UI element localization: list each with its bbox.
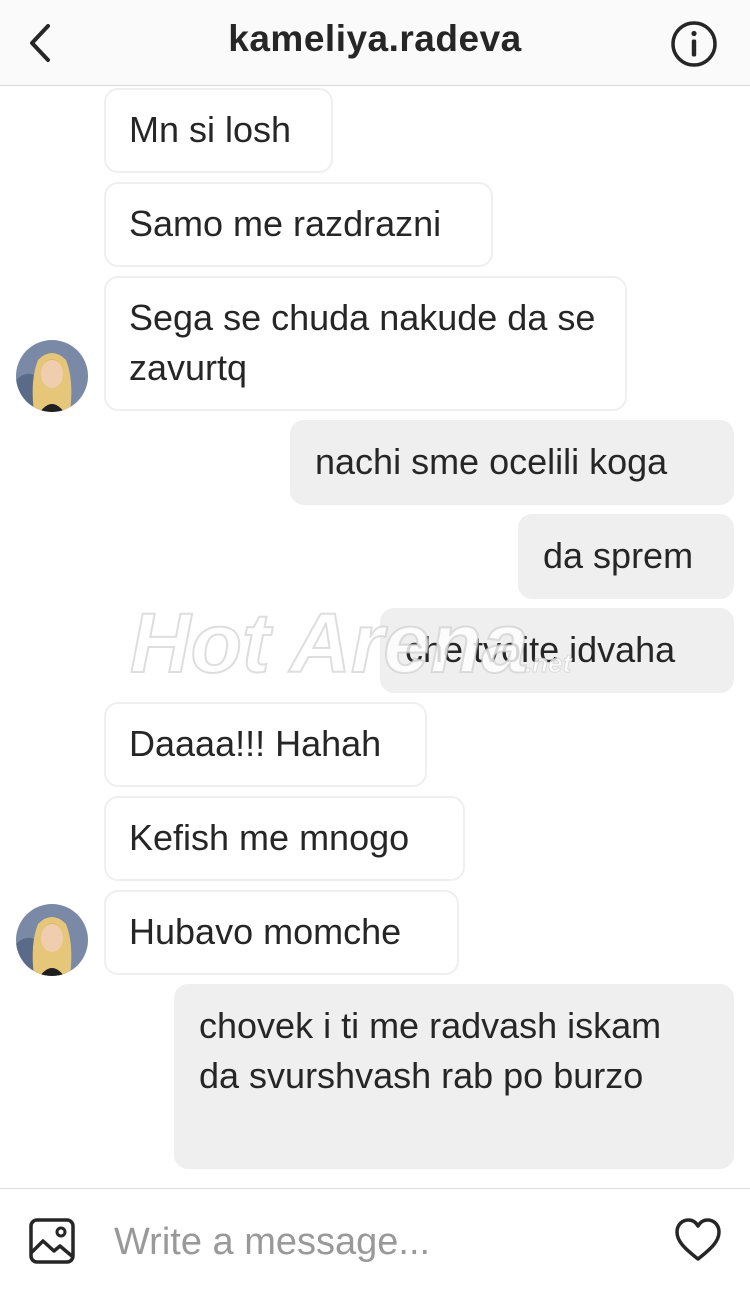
message-bubble-incoming[interactable]: Daaaa!!! Hahah <box>104 702 427 787</box>
info-icon <box>671 21 717 67</box>
conversation-title[interactable]: kameliya.radeva <box>0 18 750 60</box>
message-bubble-incoming[interactable]: Hubavo momche <box>104 890 459 975</box>
message-bubble-incoming[interactable]: Mn si losh <box>104 88 333 173</box>
message-bubble-incoming[interactable]: Sega se chuda nakude da se zavurtq <box>104 276 627 411</box>
avatar-image <box>16 340 88 412</box>
message-input[interactable] <box>112 1211 636 1273</box>
message-bubble-incoming[interactable]: Samo me razdrazni <box>104 182 493 267</box>
message-bubble-outgoing[interactable]: da sprem <box>518 514 734 599</box>
chat-header: kameliya.radeva <box>0 0 750 86</box>
heart-icon <box>675 1218 721 1261</box>
message-bubble-outgoing[interactable]: che tvoite idvaha <box>380 608 734 693</box>
contact-avatar[interactable] <box>16 340 88 412</box>
message-bubble-outgoing[interactable]: nachi sme ocelili koga <box>290 420 734 505</box>
gallery-button[interactable] <box>28 1217 76 1265</box>
info-button[interactable] <box>670 20 718 68</box>
message-bubble-outgoing[interactable]: chovek i ti me radvash iskam da svurshva… <box>174 984 734 1169</box>
contact-avatar[interactable] <box>16 904 88 976</box>
message-bubble-incoming[interactable]: Kefish me mnogo <box>104 796 465 881</box>
message-composer <box>0 1188 750 1292</box>
like-button[interactable] <box>674 1217 722 1263</box>
gallery-icon <box>29 1218 75 1264</box>
avatar-image <box>16 904 88 976</box>
